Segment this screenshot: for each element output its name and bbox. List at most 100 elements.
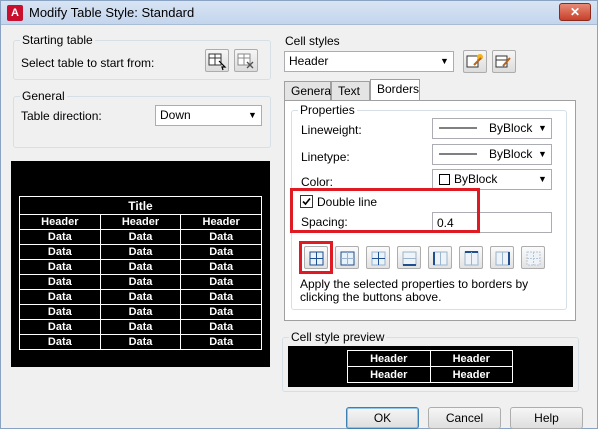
linetype-select[interactable]: ByBlock ▼	[432, 144, 552, 165]
lineweight-select[interactable]: ByBlock ▼	[432, 118, 552, 139]
highlight-box-all-borders	[299, 241, 333, 274]
preview-data-cell: Data	[180, 229, 262, 245]
preview-data-cell: Data	[180, 319, 262, 335]
right-border-icon	[495, 251, 510, 266]
starting-table-label: Starting table	[20, 33, 95, 47]
bottom-border-icon	[402, 251, 417, 266]
preview-data-row: Data Data Data	[19, 229, 262, 245]
apply-borders-hint: Apply the selected properties to borders…	[300, 277, 529, 304]
autocad-app-icon: A	[7, 5, 23, 21]
preview-data-row: Data Data Data	[19, 289, 262, 305]
top-border-icon	[464, 251, 479, 266]
table-direction-value: Down	[160, 108, 191, 122]
remove-table-icon	[237, 53, 254, 69]
preview-header-cell: Header	[99, 214, 182, 230]
color-value: ByBlock	[454, 172, 498, 186]
preview-data-row: Data Data Data	[19, 304, 262, 320]
chevron-down-icon: ▼	[538, 149, 547, 159]
preview-data-cell: Data	[99, 244, 182, 260]
outside-borders-icon	[340, 251, 355, 266]
top-border-button[interactable]	[459, 246, 483, 269]
preview-data-cell: Data	[19, 289, 101, 305]
left-border-button[interactable]	[428, 246, 452, 269]
chevron-down-icon: ▼	[440, 56, 449, 66]
tab-borders[interactable]: Borders	[370, 79, 420, 101]
preview-data-cell: Data	[19, 334, 101, 350]
cell-preview-header: Header	[347, 366, 431, 383]
properties-label: Properties	[298, 103, 357, 117]
preview-data-row: Data Data Data	[19, 319, 262, 335]
select-table-prompt: Select table to start from:	[21, 56, 155, 70]
cancel-button[interactable]: Cancel	[428, 407, 501, 429]
chevron-down-icon: ▼	[248, 110, 257, 120]
preview-data-cell: Data	[19, 304, 101, 320]
preview-data-cell: Data	[99, 259, 182, 275]
table-direction-label: Table direction:	[21, 109, 102, 123]
preview-data-cell: Data	[99, 334, 182, 350]
preview-data-row: Data Data Data	[19, 259, 262, 275]
chevron-down-icon: ▼	[538, 123, 547, 133]
line-sample-icon	[439, 153, 477, 155]
cell-style-value: Header	[289, 54, 329, 68]
preview-data-cell: Data	[180, 289, 262, 305]
preview-data-row: Data Data Data	[19, 334, 262, 350]
title-bar[interactable]: A Modify Table Style: Standard ✕	[1, 1, 597, 25]
close-button[interactable]: ✕	[559, 3, 591, 21]
inside-borders-button[interactable]	[366, 246, 390, 269]
manage-cell-styles-icon	[495, 55, 511, 68]
window-title: Modify Table Style: Standard	[29, 5, 195, 20]
no-border-icon	[526, 251, 541, 266]
create-cell-style-button[interactable]	[463, 50, 487, 73]
general-label: General	[20, 89, 67, 103]
color-select[interactable]: ByBlock ▼	[432, 169, 552, 190]
preview-header-cell: Header	[180, 214, 262, 230]
preview-data-cell: Data	[99, 229, 182, 245]
bottom-border-button[interactable]	[397, 246, 421, 269]
preview-data-cell: Data	[99, 274, 182, 290]
select-table-button[interactable]	[205, 49, 229, 72]
lineweight-value: ByBlock	[489, 121, 533, 135]
cell-style-preview-label: Cell style preview	[289, 330, 387, 344]
ok-button[interactable]: OK	[346, 407, 419, 429]
chevron-down-icon: ▼	[538, 174, 547, 184]
preview-data-cell: Data	[19, 259, 101, 275]
help-button[interactable]: Help	[510, 407, 583, 429]
preview-data-cell: Data	[180, 274, 262, 290]
manage-cell-styles-button[interactable]	[492, 50, 516, 73]
cell-preview-header: Header	[429, 350, 513, 367]
cell-preview-grid: Header Header Header Header	[347, 350, 513, 383]
preview-data-row: Data Data Data	[19, 244, 262, 260]
color-label: Color:	[301, 175, 334, 189]
cell-preview-header: Header	[347, 350, 431, 367]
cell-style-select[interactable]: Header ▼	[284, 51, 454, 72]
remove-table-button[interactable]	[234, 49, 258, 72]
preview-data-cell: Data	[19, 319, 101, 335]
preview-data-cell: Data	[99, 289, 182, 305]
cell-preview-header: Header	[429, 366, 513, 383]
dialog-window: A Modify Table Style: Standard ✕ Startin…	[0, 0, 598, 429]
highlight-box-double-line	[290, 188, 480, 233]
preview-data-cell: Data	[99, 304, 182, 320]
tab-text[interactable]: Text	[331, 81, 370, 101]
cell-styles-label: Cell styles	[285, 34, 340, 48]
preview-data-cell: Data	[19, 229, 101, 245]
line-sample-icon	[439, 127, 477, 129]
left-border-icon	[433, 251, 448, 266]
linetype-label: Linetype:	[301, 150, 350, 164]
preview-data-cell: Data	[19, 244, 101, 260]
new-cell-style-icon	[466, 54, 483, 68]
table-direction-select[interactable]: Down ▼	[155, 105, 262, 126]
right-border-button[interactable]	[490, 246, 514, 269]
lineweight-label: Lineweight:	[301, 123, 362, 137]
tab-general[interactable]: General	[284, 81, 334, 101]
select-table-icon	[208, 53, 227, 71]
preview-data-cell: Data	[99, 319, 182, 335]
no-border-button[interactable]	[521, 246, 545, 269]
outside-borders-button[interactable]	[335, 246, 359, 269]
preview-data-cell: Data	[180, 304, 262, 320]
preview-data-cell: Data	[19, 274, 101, 290]
preview-data-row: Data Data Data	[19, 274, 262, 290]
linetype-value: ByBlock	[489, 147, 533, 161]
preview-data-cell: Data	[180, 244, 262, 260]
color-swatch	[439, 174, 450, 185]
